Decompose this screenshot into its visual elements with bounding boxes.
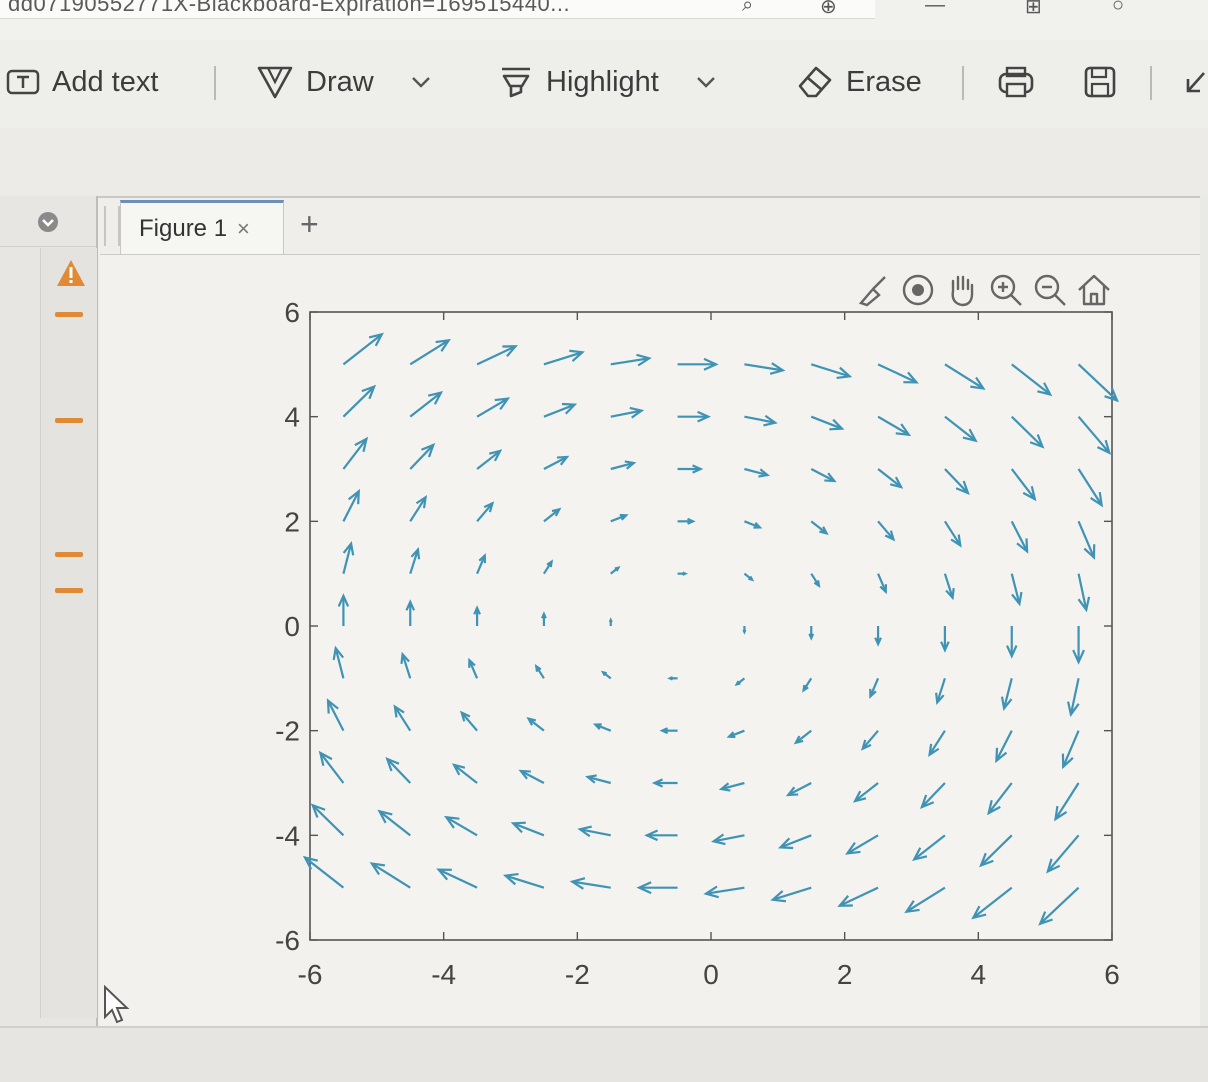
bottom-bar: [0, 1026, 1208, 1082]
axes-toolbar: [855, 270, 1125, 310]
text-box-icon: [6, 69, 40, 95]
document-margin: [0, 128, 1208, 196]
brush-icon[interactable]: [855, 271, 893, 309]
pan-hand-icon[interactable]: [943, 271, 981, 309]
circle-icon[interactable]: ○: [1112, 0, 1124, 17]
warning-icon[interactable]: [55, 258, 87, 288]
drag-grip[interactable]: [104, 206, 120, 246]
highlight-button[interactable]: Highlight: [498, 62, 717, 102]
expand-button[interactable]: [1180, 62, 1208, 102]
draw-label: Draw: [306, 65, 374, 98]
chevron-down-icon[interactable]: [695, 75, 717, 89]
rotate-icon[interactable]: [899, 271, 937, 309]
toolbar-separator: [1150, 66, 1152, 100]
figure-tab-bar: Figure 1 × +: [100, 198, 1200, 255]
minimize-icon[interactable]: —: [925, 0, 945, 17]
highlight-label: Highlight: [546, 65, 659, 98]
zoom-in-icon[interactable]: [987, 271, 1025, 309]
zoom-out-icon[interactable]: [1031, 271, 1069, 309]
toolbar-separator: [962, 66, 964, 100]
add-text-label: Add text: [52, 65, 159, 98]
print-icon: [998, 66, 1034, 98]
save-icon: [1084, 66, 1116, 98]
expand-icon: [1186, 72, 1205, 93]
analyzer-markers: [40, 248, 97, 1018]
issue-mark[interactable]: [55, 312, 83, 317]
close-icon[interactable]: ×: [237, 216, 250, 242]
eraser-icon: [798, 66, 832, 98]
highlighter-icon: [502, 67, 530, 98]
issue-mark[interactable]: [55, 418, 83, 423]
tab-figure-1[interactable]: Figure 1 ×: [120, 200, 284, 255]
new-tab-icon[interactable]: ⊕: [820, 0, 837, 19]
chevron-down-icon[interactable]: [410, 75, 432, 89]
tab-label: Figure 1: [139, 215, 228, 242]
home-icon[interactable]: [1075, 271, 1113, 309]
add-icon[interactable]: ⊞: [1025, 0, 1042, 19]
panel-header: [0, 196, 96, 247]
annotation-toolbar: Add text Draw Highlight Erase: [0, 40, 1208, 129]
code-analyzer-panel: [0, 196, 98, 1026]
add-tab-icon[interactable]: +: [300, 206, 319, 243]
status-circle-icon[interactable]: [36, 210, 60, 234]
erase-button[interactable]: Erase: [796, 62, 922, 102]
browser-title-bar: dd07190552771X-Blackboard-Expiration=169…: [0, 0, 1208, 41]
issue-mark[interactable]: [55, 588, 83, 593]
issue-mark[interactable]: [55, 552, 83, 557]
draw-pen-icon: [257, 66, 293, 99]
mouse-cursor-icon: [104, 985, 130, 1024]
search-icon[interactable]: ⌕: [742, 0, 753, 17]
toolbar-separator: [214, 66, 216, 100]
add-text-button[interactable]: Add text: [6, 62, 158, 102]
print-button[interactable]: [996, 62, 1036, 102]
save-button[interactable]: [1082, 62, 1118, 102]
url-text: dd07190552771X-Blackboard-Expiration=169…: [8, 0, 571, 16]
erase-label: Erase: [846, 65, 922, 98]
figure-canvas: [100, 254, 1200, 1027]
draw-button[interactable]: Draw: [256, 62, 432, 102]
